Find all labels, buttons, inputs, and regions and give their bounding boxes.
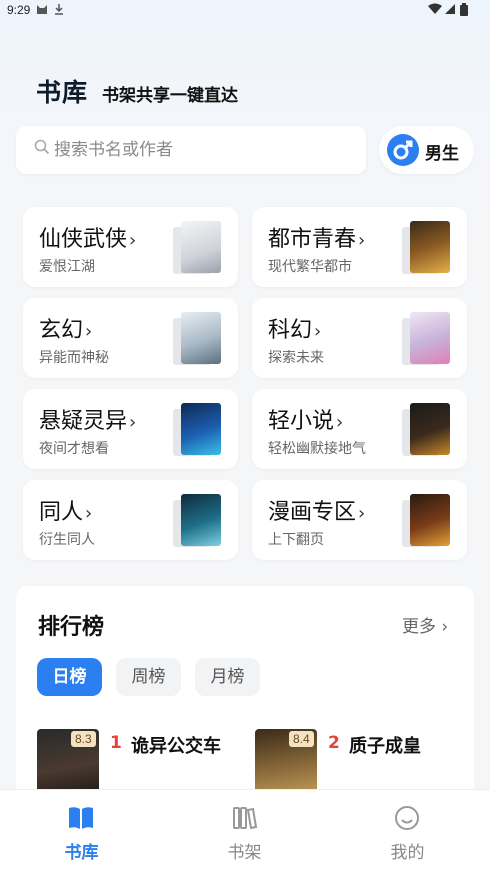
category-subtitle: 探索未来 xyxy=(268,350,324,366)
book-cover-image xyxy=(181,221,221,273)
category-card-comics[interactable]: 漫画专区 › 上下翻页 xyxy=(252,480,467,560)
category-subtitle: 夜间才想看 xyxy=(39,441,109,457)
chevron-right-icon: › xyxy=(314,321,322,342)
category-card-light-novel[interactable]: 轻小说 › 轻松幽默接地气 xyxy=(252,389,467,469)
rank-number: 1 xyxy=(110,733,122,753)
book-cover-image xyxy=(410,221,450,273)
category-card-xianxia[interactable]: 仙侠武侠 › 爱恨江湖 xyxy=(23,207,238,287)
nav-label: 书架 xyxy=(227,843,262,863)
book-score-badge: 8.3 xyxy=(71,731,96,747)
category-card-urban[interactable]: 都市青春 › 现代繁华都市 xyxy=(252,207,467,287)
chevron-right-icon: › xyxy=(336,412,344,433)
category-subtitle: 轻松幽默接地气 xyxy=(268,441,366,457)
chevron-right-icon: › xyxy=(358,503,366,524)
cat-notification-icon xyxy=(36,3,48,18)
ranking-panel: 排行榜 更多 › 日榜 周榜 月榜 8.3 1 诡异公交车 8.4 2 质子成皇 xyxy=(16,586,474,816)
category-subtitle: 现代繁华都市 xyxy=(268,259,352,275)
category-title: 轻小说 › xyxy=(268,409,344,434)
status-bar: 9:29 xyxy=(0,0,490,22)
chevron-right-icon: › xyxy=(129,412,137,433)
search-input[interactable] xyxy=(54,136,354,164)
category-subtitle: 上下翻页 xyxy=(268,532,324,548)
gender-label: 男生 xyxy=(425,144,459,164)
rank-number: 2 xyxy=(328,733,340,753)
book-title: 质子成皇 xyxy=(349,736,421,757)
book-cover-image xyxy=(410,494,450,546)
page-title: 书库 xyxy=(36,78,89,107)
category-card-fantasy[interactable]: 玄幻 › 异能而神秘 xyxy=(23,298,238,378)
category-title: 漫画专区 › xyxy=(268,500,366,525)
tab-daily[interactable]: 日榜 xyxy=(37,658,102,696)
book-cover-image xyxy=(181,494,221,546)
ranking-more-link[interactable]: 更多 › xyxy=(402,612,448,637)
wifi-icon xyxy=(428,3,442,18)
gender-toggle-button[interactable]: 男生 xyxy=(379,126,474,174)
bottom-nav: 书库 书架 我的 xyxy=(0,789,490,871)
book-score-badge: 8.4 xyxy=(289,731,314,747)
tab-monthly[interactable]: 月榜 xyxy=(195,658,260,696)
smile-icon xyxy=(392,804,422,832)
search-icon xyxy=(34,139,50,159)
bookshelf-icon xyxy=(229,804,259,832)
category-subtitle: 爱恨江湖 xyxy=(39,259,95,275)
nav-item-bookshelf[interactable]: 书架 xyxy=(163,790,326,871)
male-icon xyxy=(387,134,419,166)
chevron-right-icon: › xyxy=(441,617,449,637)
download-icon xyxy=(53,3,65,18)
category-card-scifi[interactable]: 科幻 › 探索未来 xyxy=(252,298,467,378)
category-card-fanfiction[interactable]: 同人 › 衍生同人 xyxy=(23,480,238,560)
chevron-right-icon: › xyxy=(358,230,366,251)
search-bar[interactable] xyxy=(16,126,366,174)
nav-label: 我的 xyxy=(390,843,425,863)
category-title: 科幻 › xyxy=(268,318,322,343)
nav-label: 书库 xyxy=(64,843,99,863)
status-time: 9:29 xyxy=(7,3,31,17)
category-title: 同人 › xyxy=(39,500,93,525)
ranking-title: 排行榜 xyxy=(38,615,105,640)
book-open-icon xyxy=(66,804,96,832)
page-subtitle: 书架共享一键直达 xyxy=(102,86,238,106)
nav-item-profile[interactable]: 我的 xyxy=(326,790,489,871)
book-cover-image xyxy=(410,403,450,455)
category-subtitle: 异能而神秘 xyxy=(39,350,109,366)
battery-icon xyxy=(460,3,468,19)
book-cover-image xyxy=(181,312,221,364)
nav-item-library[interactable]: 书库 xyxy=(0,790,163,871)
tab-weekly[interactable]: 周榜 xyxy=(116,658,181,696)
category-title: 都市青春 › xyxy=(268,227,366,252)
chevron-right-icon: › xyxy=(129,230,137,251)
chevron-right-icon: › xyxy=(85,321,93,342)
category-card-suspense[interactable]: 悬疑灵异 › 夜间才想看 xyxy=(23,389,238,469)
chevron-right-icon: › xyxy=(85,503,93,524)
category-title: 仙侠武侠 › xyxy=(39,227,137,252)
book-cover-image xyxy=(181,403,221,455)
category-subtitle: 衍生同人 xyxy=(39,532,95,548)
category-title: 玄幻 › xyxy=(39,318,93,343)
category-title: 悬疑灵异 › xyxy=(39,409,137,434)
signal-icon xyxy=(444,3,456,18)
book-title: 诡异公交车 xyxy=(131,736,221,757)
book-cover-image xyxy=(410,312,450,364)
